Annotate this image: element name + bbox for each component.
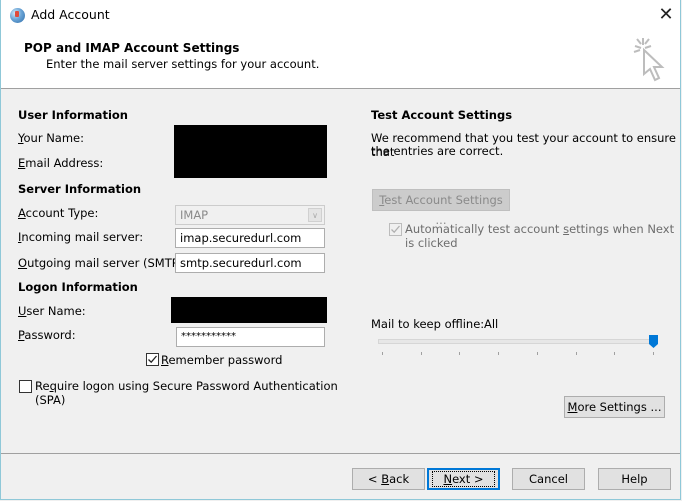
back-button[interactable]: < Back xyxy=(352,468,425,490)
mail-offline-value: All xyxy=(484,317,499,331)
chevron-down-icon: ∨ xyxy=(308,208,322,222)
slider-tick xyxy=(420,352,422,355)
incoming-server-label: Incoming mail server: xyxy=(18,230,144,244)
test-description-line2: the entries are correct. xyxy=(371,144,504,158)
email-address-label: Email Address: xyxy=(18,156,104,170)
password-label: Password: xyxy=(18,328,76,342)
user-name-label: User Name: xyxy=(18,304,86,318)
cancel-button[interactable]: Cancel xyxy=(512,468,585,490)
require-spa-checkbox[interactable] xyxy=(19,380,32,393)
dialog-header: Add Account ✕ POP and IMAP Account Setti… xyxy=(1,0,680,89)
auto-test-checkbox[interactable] xyxy=(389,223,402,236)
help-button[interactable]: Help xyxy=(598,468,671,490)
redacted-name-email-fields[interactable] xyxy=(174,125,327,178)
test-settings-heading: Test Account Settings xyxy=(371,108,513,122)
your-name-label: Your Name: xyxy=(18,131,85,145)
redacted-user-name-input[interactable] xyxy=(171,297,327,323)
next-button[interactable]: Next > xyxy=(427,468,500,490)
account-type-label: Account Type: xyxy=(18,206,99,220)
slider-tick xyxy=(459,352,461,355)
remember-password-checkbox[interactable] xyxy=(146,353,159,366)
window-title: Add Account xyxy=(31,7,110,22)
mail-offline-label: Mail to keep offline: xyxy=(371,317,485,331)
auto-test-label: Automatically test account settings when… xyxy=(405,222,675,236)
checkmark-icon xyxy=(148,355,157,364)
remember-password-label[interactable]: Remember password xyxy=(161,353,282,367)
account-type-value: IMAP xyxy=(180,208,209,222)
page-title: POP and IMAP Account Settings xyxy=(24,41,240,55)
click-cursor-icon xyxy=(633,38,665,82)
slider-tick xyxy=(575,352,577,355)
require-spa-label[interactable]: Require logon using Secure Password Auth… xyxy=(35,379,338,393)
incoming-server-input[interactable]: imap.securedurl.com xyxy=(175,228,325,248)
user-info-heading: User Information xyxy=(18,108,128,122)
outgoing-server-label: Outgoing mail server (SMTP): xyxy=(18,256,188,270)
mail-offline-slider-track[interactable] xyxy=(378,339,656,344)
password-input[interactable]: *********** xyxy=(176,327,325,347)
page-subtitle: Enter the mail server settings for your … xyxy=(46,57,320,71)
account-type-select[interactable]: IMAP ∨ xyxy=(175,205,325,225)
slider-tick xyxy=(653,352,654,355)
auto-test-label-line2: is clicked xyxy=(405,236,458,250)
slider-tick xyxy=(614,352,616,355)
slider-tick xyxy=(382,352,383,355)
server-info-heading: Server Information xyxy=(18,182,142,196)
more-settings-button[interactable]: More Settings ... xyxy=(564,396,665,418)
logon-info-heading: Logon Information xyxy=(18,280,138,294)
add-account-dialog: Add Account ✕ POP and IMAP Account Setti… xyxy=(0,0,681,500)
close-button[interactable]: ✕ xyxy=(656,6,676,26)
footer-divider xyxy=(1,453,680,454)
checkmark-icon xyxy=(391,225,400,234)
test-account-settings-button[interactable]: Test Account Settings ... xyxy=(372,189,510,227)
slider-tick xyxy=(536,352,538,355)
outlook-globe-icon xyxy=(10,8,25,23)
mail-offline-slider-thumb[interactable] xyxy=(649,335,658,348)
require-spa-label-line2: (SPA) xyxy=(35,393,66,407)
slider-tick xyxy=(498,352,500,355)
outgoing-server-input[interactable]: smtp.securedurl.com xyxy=(175,253,325,273)
